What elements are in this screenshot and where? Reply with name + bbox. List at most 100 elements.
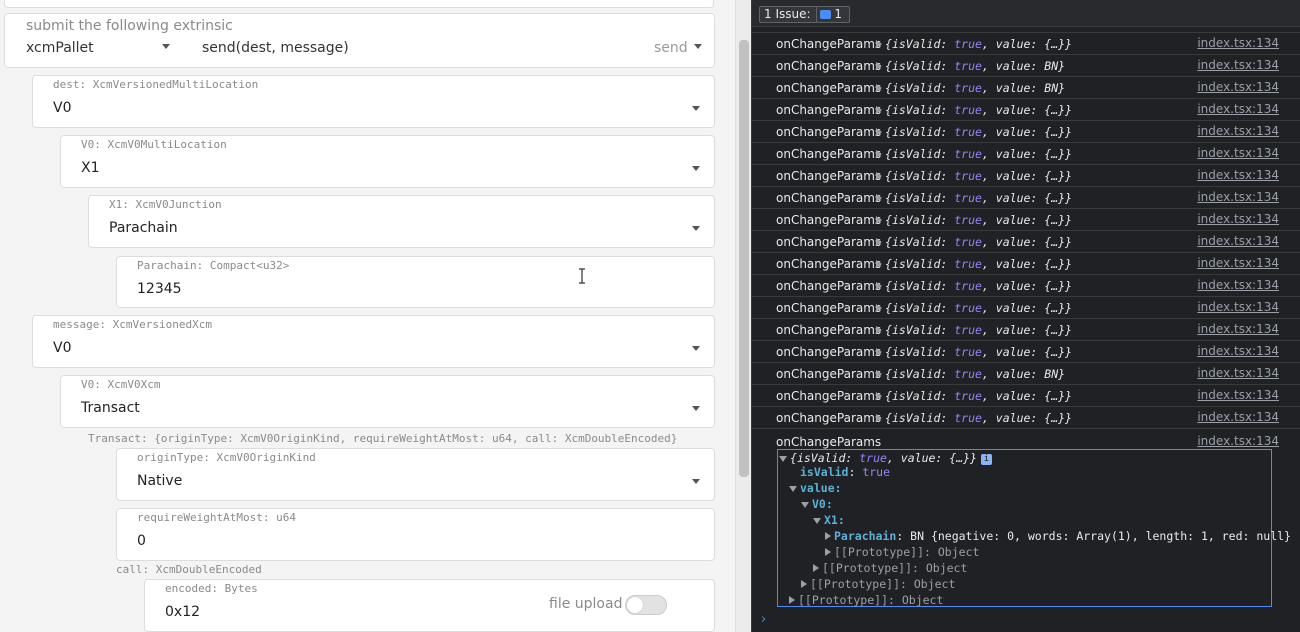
chevron-down-icon[interactable]: [692, 479, 700, 484]
log-object[interactable]: {isValid: true, value: {…}}: [876, 235, 1072, 249]
value-prop[interactable]: value:: [789, 481, 842, 495]
log-object[interactable]: {isValid: true, value: {…}}: [876, 345, 1072, 359]
log-source-link[interactable]: index.tsx:134: [1197, 256, 1279, 270]
chevron-down-icon[interactable]: [692, 406, 700, 411]
page-scrollbar[interactable]: [735, 0, 751, 632]
log-object[interactable]: {isValid: true, value: {…}}: [876, 411, 1072, 425]
expand-arrow-icon[interactable]: [876, 414, 882, 422]
chevron-down-icon[interactable]: [692, 106, 700, 111]
log-source-link[interactable]: index.tsx:134: [1197, 434, 1279, 448]
log-source-link[interactable]: index.tsx:134: [1197, 124, 1279, 138]
log-object[interactable]: {isValid: true, value: {…}}: [876, 37, 1072, 51]
expand-arrow-icon[interactable]: [876, 304, 882, 312]
log-source-link[interactable]: index.tsx:134: [1197, 36, 1279, 50]
log-source-link[interactable]: index.tsx:134: [1197, 388, 1279, 402]
v0-location-field[interactable]: V0: XcmV0MultiLocation X1: [60, 135, 715, 188]
log-source-link[interactable]: index.tsx:134: [1197, 366, 1279, 380]
console-prompt-icon[interactable]: ›: [761, 612, 766, 627]
dest-field[interactable]: dest: XcmVersionedMultiLocation V0: [32, 75, 715, 128]
method-dropdown[interactable]: send(dest, message): [202, 40, 349, 56]
chevron-down-icon[interactable]: [694, 44, 702, 49]
expand-arrow-icon[interactable]: [813, 564, 819, 572]
log-object[interactable]: {isValid: true, value: {…}}: [876, 389, 1072, 403]
log-source-link[interactable]: index.tsx:134: [1197, 278, 1279, 292]
require-weight-input[interactable]: requireWeightAtMost: u64 0: [116, 508, 715, 561]
log-source-link[interactable]: index.tsx:134: [1197, 300, 1279, 314]
object-summary[interactable]: {isValid: true, value: {…}} i: [779, 451, 992, 465]
log-object[interactable]: {isValid: true, value: {…}}: [876, 301, 1072, 315]
log-object[interactable]: {isValid: true, value: {…}}: [876, 279, 1072, 293]
log-row[interactable]: onChangeParams {isValid: true, value: {…}…: [752, 187, 1300, 209]
expand-arrow-icon[interactable]: [876, 326, 882, 334]
log-source-link[interactable]: index.tsx:134: [1197, 168, 1279, 182]
expand-arrow-icon[interactable]: [825, 532, 831, 540]
log-row[interactable]: onChangeParams {isValid: true, value: {…}…: [752, 407, 1300, 429]
pallet-dropdown[interactable]: xcmPallet: [26, 40, 94, 56]
prototype-row[interactable]: [[Prototype]]: Object: [813, 561, 967, 575]
log-row[interactable]: onChangeParams {isValid: true, value: {…}…: [752, 253, 1300, 275]
expand-arrow-icon[interactable]: [876, 282, 882, 290]
log-row[interactable]: onChangeParams {isValid: true, value: BN}…: [752, 77, 1300, 99]
log-source-link[interactable]: index.tsx:134: [1197, 234, 1279, 248]
expand-arrow-icon[interactable]: [825, 548, 831, 556]
expand-arrow-icon[interactable]: [801, 502, 809, 508]
expand-arrow-icon[interactable]: [876, 194, 882, 202]
chevron-down-icon[interactable]: [692, 166, 700, 171]
log-object[interactable]: {isValid: true, value: BN}: [876, 81, 1065, 95]
expand-arrow-icon[interactable]: [876, 106, 882, 114]
encoded-value[interactable]: 0x12: [165, 604, 200, 620]
log-row[interactable]: onChangeParams {isValid: true, value: {…}…: [752, 275, 1300, 297]
log-object[interactable]: {isValid: true, value: {…}}: [876, 103, 1072, 117]
require-weight-value[interactable]: 0: [137, 533, 146, 549]
log-row[interactable]: onChangeParams {isValid: true, value: BN}…: [752, 55, 1300, 77]
prototype-row[interactable]: [[Prototype]]: Object: [789, 593, 943, 607]
log-row[interactable]: onChangeParams {isValid: true, value: {…}…: [752, 385, 1300, 407]
expand-arrow-icon[interactable]: [876, 238, 882, 246]
prototype-row[interactable]: [[Prototype]]: Object: [825, 545, 979, 559]
expand-arrow-icon[interactable]: [876, 84, 882, 92]
expand-arrow-icon[interactable]: [876, 128, 882, 136]
message-value[interactable]: V0: [53, 340, 71, 356]
expand-arrow-icon[interactable]: [801, 580, 807, 588]
expand-arrow-icon[interactable]: [876, 370, 882, 378]
file-upload-toggle[interactable]: [625, 595, 667, 615]
v0-location-value[interactable]: X1: [81, 160, 100, 176]
log-row[interactable]: onChangeParams {isValid: true, value: {…}…: [752, 33, 1300, 55]
x1-junction-field[interactable]: X1: XcmV0Junction Parachain: [88, 195, 715, 248]
expand-arrow-icon[interactable]: [876, 260, 882, 268]
x1-value[interactable]: Parachain: [109, 220, 178, 236]
expand-arrow-icon[interactable]: [779, 456, 787, 462]
log-object[interactable]: {isValid: true, value: BN}: [876, 367, 1065, 381]
info-icon[interactable]: i: [980, 454, 992, 465]
log-source-link[interactable]: index.tsx:134: [1197, 212, 1279, 226]
prototype-row[interactable]: [[Prototype]]: Object: [801, 577, 955, 591]
parachain-value[interactable]: 12345: [137, 281, 182, 297]
log-row[interactable]: onChangeParams {isValid: true, value: {…}…: [752, 319, 1300, 341]
parachain-input[interactable]: Parachain: Compact<u32> 12345: [116, 256, 715, 308]
origin-type-field[interactable]: originType: XcmV0OriginKind Native: [116, 448, 715, 501]
expand-arrow-icon[interactable]: [789, 596, 795, 604]
log-source-link[interactable]: index.tsx:134: [1197, 322, 1279, 336]
log-row[interactable]: onChangeParams {isValid: true, value: {…}…: [752, 209, 1300, 231]
expand-arrow-icon[interactable]: [876, 62, 882, 70]
log-row[interactable]: onChangeParams {isValid: true, value: {…}…: [752, 297, 1300, 319]
expand-arrow-icon[interactable]: [789, 486, 797, 492]
parachain-prop[interactable]: Parachain: BN {negative: 0, words: Array…: [825, 529, 1291, 543]
log-source-link[interactable]: index.tsx:134: [1197, 146, 1279, 160]
expand-arrow-icon[interactable]: [813, 518, 821, 524]
issues-button[interactable]: 1 Issue: 1: [759, 6, 850, 23]
chevron-down-icon[interactable]: [162, 44, 170, 49]
log-object[interactable]: {isValid: true, value: {…}}: [876, 125, 1072, 139]
log-object[interactable]: {isValid: true, value: {…}}: [876, 147, 1072, 161]
log-row[interactable]: onChangeParams {isValid: true, value: {…}…: [752, 165, 1300, 187]
message-field[interactable]: message: XcmVersionedXcm V0: [32, 315, 715, 368]
log-object[interactable]: {isValid: true, value: BN}: [876, 59, 1065, 73]
expand-arrow-icon[interactable]: [876, 392, 882, 400]
expand-arrow-icon[interactable]: [876, 216, 882, 224]
log-row[interactable]: onChangeParams {isValid: true, value: {…}…: [752, 341, 1300, 363]
log-source-link[interactable]: index.tsx:134: [1197, 344, 1279, 358]
log-row[interactable]: onChangeParams {isValid: true, value: BN}…: [752, 363, 1300, 385]
log-source-link[interactable]: index.tsx:134: [1197, 102, 1279, 116]
scrollbar-thumb[interactable]: [739, 40, 749, 477]
log-object[interactable]: {isValid: true, value: {…}}: [876, 257, 1072, 271]
